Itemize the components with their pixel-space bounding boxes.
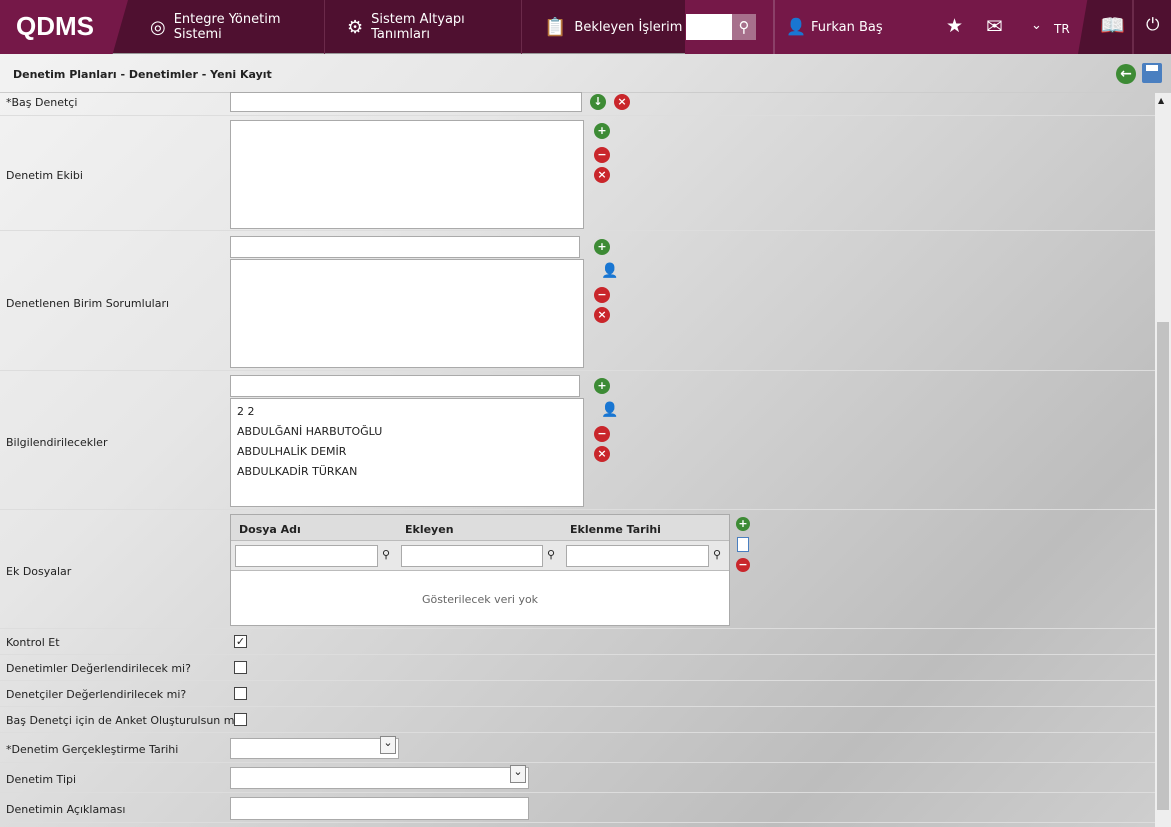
power-icon[interactable]: ⏻ — [1146, 15, 1159, 35]
label: Denetimler Değerlendirilecek mi? — [6, 662, 191, 675]
title-bar: Denetim Planları - Denetimler - Yeni Kay… — [0, 55, 1171, 93]
remove-icon[interactable]: − — [594, 287, 610, 303]
nav-label: Bekleyen İşlerim — [574, 19, 683, 35]
label: Denetim Ekibi — [6, 169, 83, 182]
column-header[interactable]: Ekleyen — [405, 523, 454, 536]
attachments-grid: Dosya Adı Ekleyen Eklenme Tarihi ⚲ ⚲ ⚲ G… — [230, 514, 730, 626]
anket-checkbox[interactable] — [234, 713, 247, 726]
denetlenen-list[interactable] — [230, 259, 584, 368]
add-user-icon[interactable]: 👤 — [601, 402, 621, 420]
nav-bekleyen[interactable]: 📋 Bekleyen İşlerim — [522, 0, 685, 54]
filter-icon[interactable]: ⚲ — [382, 548, 390, 561]
search-icon[interactable]: ⚲ — [732, 14, 756, 40]
filter-input[interactable] — [566, 545, 709, 567]
kontrol-et-checkbox[interactable]: ✓ — [234, 635, 247, 648]
tarih-select[interactable] — [230, 736, 399, 759]
filter-input[interactable] — [401, 545, 543, 567]
list-item[interactable]: 2 2 — [237, 405, 255, 418]
form-row: Denetimin Açıklaması — [0, 793, 1155, 823]
bilgilendirilecekler-search-input[interactable] — [230, 375, 580, 397]
clipboard-icon: 📋 — [544, 16, 567, 38]
nav-label: Sistem Altyapı Tanımları — [371, 12, 465, 42]
nav-sistem[interactable]: ⚙ Sistem Altyapı Tanımları — [325, 0, 522, 54]
label: *Denetim Gerçekleştirme Tarihi — [6, 743, 179, 756]
form-row: Denetim Tipi — [0, 763, 1155, 793]
scrollbar-thumb[interactable] — [1157, 322, 1169, 810]
remove-icon[interactable]: − — [736, 558, 750, 572]
scroll-up-icon[interactable]: ▲ — [1158, 96, 1164, 105]
empty-message: Gösterilecek veri yok — [421, 593, 539, 606]
column-header[interactable]: Dosya Adı — [239, 523, 301, 536]
logo[interactable]: QDMS — [0, 0, 128, 54]
label: Kontrol Et — [6, 636, 60, 649]
nav-entegre[interactable]: ◎ Entegre Yönetim Sistemi — [128, 0, 325, 54]
denetimler-degerlendirme-checkbox[interactable] — [234, 661, 247, 674]
label: Denetimin Açıklaması — [6, 803, 126, 816]
filter-icon[interactable]: ⚲ — [547, 548, 555, 561]
label: Denetçiler Değerlendirilecek mi? — [6, 688, 187, 701]
search-input[interactable] — [686, 14, 732, 40]
remove-icon[interactable]: − — [594, 147, 610, 163]
language-selector[interactable]: TR — [1054, 22, 1070, 36]
clear-icon[interactable]: × — [594, 446, 610, 462]
add-icon[interactable]: + — [736, 517, 750, 531]
filter-input[interactable] — [235, 545, 378, 567]
chevron-down-icon[interactable]: ⌄ — [1031, 18, 1042, 33]
user-name[interactable]: Furkan Baş — [811, 20, 883, 35]
form-row: Denetçiler Değerlendirilecek mi? — [0, 681, 1155, 707]
label: Denetlenen Birim Sorumluları — [6, 297, 170, 310]
filter-icon[interactable]: ⚲ — [713, 548, 721, 561]
denetim-ekibi-list[interactable] — [230, 120, 584, 229]
denetciler-degerlendirme-checkbox[interactable] — [234, 687, 247, 700]
select-down-icon[interactable]: ↓ — [590, 94, 606, 110]
remove-icon[interactable]: − — [594, 426, 610, 442]
label: Ek Dosyalar — [6, 565, 72, 578]
label: Baş Denetçi için de Anket Oluşturulsun m… — [6, 714, 248, 727]
denetlenen-search-input[interactable] — [230, 236, 580, 258]
add-icon[interactable]: + — [594, 378, 610, 394]
divider — [773, 0, 775, 54]
form-row: *Denetim Gerçekleştirme Tarihi — [0, 733, 1155, 763]
star-icon[interactable]: ★ — [946, 15, 963, 37]
label: Denetim Tipi — [6, 773, 77, 786]
user-icon: 👤 — [786, 17, 806, 36]
document-icon[interactable] — [737, 537, 749, 552]
clear-icon[interactable]: × — [614, 94, 630, 110]
list-item[interactable]: ABDULĞANİ HARBUTOĞLU — [237, 425, 382, 438]
list-item[interactable]: ABDULHALİK DEMİR — [237, 445, 346, 458]
label: *Baş Denetçi — [6, 96, 78, 109]
form-row: Baş Denetçi için de Anket Oluşturulsun m… — [0, 707, 1155, 733]
q-icon: ◎ — [150, 16, 166, 38]
form-row: Kontrol Et ✓ — [0, 629, 1155, 655]
add-icon[interactable]: + — [594, 123, 610, 139]
page-title: Denetim Planları - Denetimler - Yeni Kay… — [13, 68, 272, 81]
back-icon[interactable]: ← — [1116, 64, 1136, 84]
aciklama-input[interactable] — [230, 797, 529, 820]
bilgilendirilecekler-list[interactable]: 2 2 ABDULĞANİ HARBUTOĞLU ABDULHALİK DEMİ… — [230, 398, 584, 507]
add-user-icon[interactable]: 👤 — [601, 263, 621, 281]
denetim-tipi-select[interactable] — [230, 765, 529, 789]
mail-icon[interactable]: ✉ — [986, 14, 1003, 38]
label: Bilgilendirilecekler — [6, 436, 108, 449]
nav-label: Entegre Yönetim Sistemi — [173, 12, 281, 42]
column-header[interactable]: Eklenme Tarihi — [570, 523, 661, 536]
clear-icon[interactable]: × — [594, 167, 610, 183]
manual-icon[interactable]: 📖 — [1100, 13, 1125, 37]
gear-icon: ⚙ — [347, 16, 364, 38]
form-row: Denetimler Değerlendirilecek mi? — [0, 655, 1155, 681]
clear-icon[interactable]: × — [594, 307, 610, 323]
grid-header: Dosya Adı Ekleyen Eklenme Tarihi — [231, 515, 729, 541]
add-icon[interactable]: + — [594, 239, 610, 255]
divider — [1132, 0, 1134, 54]
save-icon[interactable] — [1142, 63, 1162, 83]
list-item[interactable]: ABDULKADİR TÜRKAN — [237, 465, 357, 478]
bas-denetci-input[interactable] — [230, 92, 582, 112]
